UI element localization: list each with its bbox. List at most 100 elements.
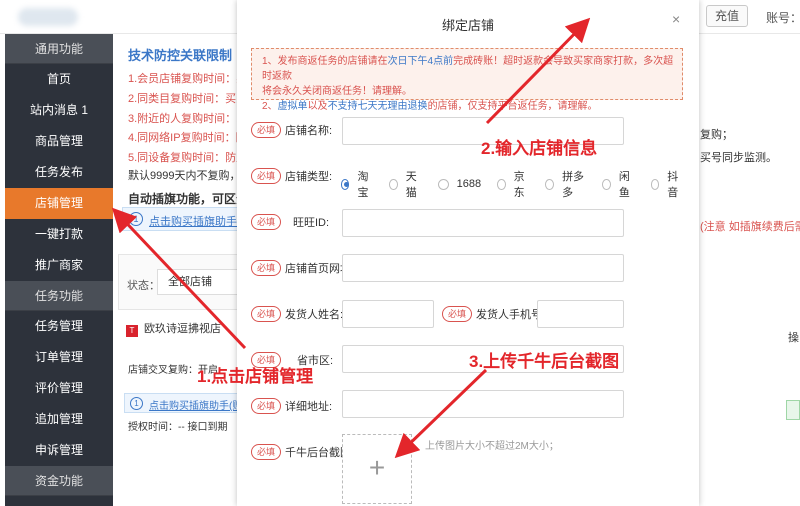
sender-name-input[interactable] xyxy=(342,300,434,328)
radio-dot xyxy=(497,178,506,190)
radio-taobao[interactable]: 淘宝 xyxy=(341,168,373,200)
radio-pinduoduo[interactable]: 拼多多 xyxy=(545,168,586,200)
close-icon[interactable]: × xyxy=(672,11,680,27)
annotation-step2: 2.输入店铺信息 xyxy=(481,139,598,158)
sidebar-group-funds: 资金功能 xyxy=(5,466,113,496)
notice-highlight: 不支持七天无理由退换 xyxy=(327,101,428,112)
dialog-title: 绑定店铺 xyxy=(441,18,494,33)
upload-button[interactable]: + xyxy=(342,434,412,504)
status-select[interactable]: 全部店铺 xyxy=(157,269,247,295)
status-label: 状态： xyxy=(127,280,160,292)
notice-text: 1、发布商返任务的店铺请在 xyxy=(262,56,388,67)
sidebar: 通用功能 首页 站内消息 1 商品管理 任务发布 店铺管理 一键打款 推广商家 … xyxy=(5,34,113,506)
shop-type-radios: 淘宝 天猫 1688 京东 拼多多 闲鱼 抖音 xyxy=(341,168,699,200)
radio-dot xyxy=(602,178,611,190)
required-badge: 必填 xyxy=(251,306,281,322)
flag-feature-text: 自动插旗功能，可区分 xyxy=(128,192,249,206)
radio-jd[interactable]: 京东 xyxy=(497,168,529,200)
radio-label: 淘宝 xyxy=(357,171,369,199)
sidebar-group-general: 通用功能 xyxy=(5,34,113,64)
radio-label: 拼多多 xyxy=(562,171,585,199)
status-filter: 状态： 全部店铺 xyxy=(118,254,247,310)
notice-box: 1、发布商返任务的店铺请在次日下午4点前完成砖账！超时返款会导致买家商家打款，多… xyxy=(251,48,683,112)
notice-text: 以及 xyxy=(307,101,328,112)
shop-type-label: 店铺类型: xyxy=(285,171,333,183)
radio-label: 闲鱼 xyxy=(618,171,630,199)
info-icon: 1 xyxy=(130,397,143,410)
sidebar-group-task: 任务功能 xyxy=(5,281,113,311)
shop-type-row: 必填 店铺类型: xyxy=(251,168,332,184)
info-icon: 1 xyxy=(129,212,143,226)
right-text: 操 xyxy=(788,332,799,344)
radio-dot xyxy=(389,178,398,190)
sidebar-item-additions[interactable]: 追加管理 xyxy=(5,404,113,435)
upload-hint: 上传图片大小不超过2M大小； xyxy=(425,441,559,452)
sidebar-item-products[interactable]: 商品管理 xyxy=(5,126,113,157)
help-box-2: 1 点击购买插旗助手(赠 xyxy=(124,393,242,413)
sidebar-item-home[interactable]: 首页 xyxy=(5,64,113,95)
shop-name-row: 必填 店铺名称: xyxy=(251,122,332,138)
sender-phone-input[interactable] xyxy=(537,300,624,328)
radio-label: 京东 xyxy=(513,171,525,199)
homepage-input[interactable] xyxy=(342,254,624,282)
right-warning-text: (注意 如插旗续费后需要 xyxy=(700,221,800,233)
sender-name-row: 必填 发货人姓名: xyxy=(251,306,343,322)
radio-douyin[interactable]: 抖音 xyxy=(650,168,683,200)
buy-flag-helper-link[interactable]: 点击购买插旗助手（ xyxy=(149,213,248,229)
sidebar-item-messages[interactable]: 站内消息 1 xyxy=(5,95,113,126)
sidebar-item-publish-task[interactable]: 任务发布 xyxy=(5,157,113,188)
radio-dot xyxy=(650,178,660,190)
annotation-step1: 1.点击店铺管理 xyxy=(197,367,314,386)
right-text: 复购； xyxy=(700,129,733,141)
recharge-button[interactable]: 充值 xyxy=(706,5,749,27)
radio-label: 1688 xyxy=(456,178,482,190)
sidebar-item-task-management[interactable]: 任务管理 xyxy=(5,311,113,342)
sidebar-item-shop-management[interactable]: 店铺管理 xyxy=(5,188,113,219)
sidebar-item-reviews[interactable]: 评价管理 xyxy=(5,373,113,404)
required-badge: 必填 xyxy=(251,398,281,414)
wangwang-input[interactable] xyxy=(342,209,624,237)
restriction-title: 技术防控关联限制（ xyxy=(128,48,246,63)
radio-xianyu[interactable]: 闲鱼 xyxy=(602,168,634,200)
sender-phone-row: 必填 发货人手机号: xyxy=(442,306,545,322)
required-badge: 必填 xyxy=(251,444,281,460)
address-label: 详细地址: xyxy=(285,401,333,413)
sidebar-item-appeals[interactable]: 申诉管理 xyxy=(5,435,113,466)
radio-dot xyxy=(437,178,449,190)
sender-name-label: 发货人姓名: xyxy=(285,309,344,321)
annotation-step3: 3.上传千牛后台截图 xyxy=(469,352,620,371)
screenshot-row: 必填 千牛后台截图: xyxy=(251,444,354,460)
wangwang-row: 必填 旺旺ID: xyxy=(251,214,329,230)
notice-text: 2、 xyxy=(262,101,278,112)
required-badge: 必填 xyxy=(251,168,281,184)
notice-highlight: 虚拟单 xyxy=(277,101,308,112)
buy-flag-helper-link-2[interactable]: 点击购买插旗助手(赠 xyxy=(149,397,242,412)
auth-time-text: 授权时间：-- 接口到期 xyxy=(128,422,228,433)
radio-tmall[interactable]: 天猫 xyxy=(389,168,421,200)
required-badge: 必填 xyxy=(251,214,281,230)
sender-phone-label: 发货人手机号: xyxy=(476,309,546,321)
required-badge: 必填 xyxy=(251,122,281,138)
address-row: 必填 详细地址: xyxy=(251,398,332,414)
help-box: 1 点击购买插旗助手（ xyxy=(122,207,248,231)
sidebar-item-promote[interactable]: 推广商家 xyxy=(5,250,113,281)
shop-name: 欧玖诗逗拂视店 xyxy=(144,323,221,335)
notice-text: 将会永久关闭商返任务！请理解。 xyxy=(262,86,412,97)
shop-entry: T 欧玖诗逗拂视店 xyxy=(126,320,221,337)
radio-1688[interactable]: 1688 xyxy=(437,178,482,190)
required-badge: 必填 xyxy=(251,260,281,276)
notice-text: 的店铺，仅支持平台返任务，请理解。 xyxy=(427,101,598,112)
bind-shop-dialog: 绑定店铺 × 1、发布商返任务的店铺请在次日下午4点前完成砖账！超时返款会导致买… xyxy=(237,0,699,506)
tmall-icon: T xyxy=(126,325,138,337)
right-text: 买号同步监测。 xyxy=(700,152,777,164)
plus-icon: + xyxy=(368,452,386,483)
wangwang-label: 旺旺ID: xyxy=(293,217,330,229)
radio-dot xyxy=(545,178,555,190)
homepage-row: 必填 店铺首页网址: xyxy=(251,260,354,276)
sidebar-item-orders[interactable]: 订单管理 xyxy=(5,342,113,373)
notice-highlight: 次日下午4点前 xyxy=(387,56,454,67)
shop-name-label: 店铺名称: xyxy=(285,125,333,137)
address-input[interactable] xyxy=(342,390,624,418)
radio-dot xyxy=(341,178,350,190)
sidebar-item-payment[interactable]: 一键打款 xyxy=(5,219,113,250)
